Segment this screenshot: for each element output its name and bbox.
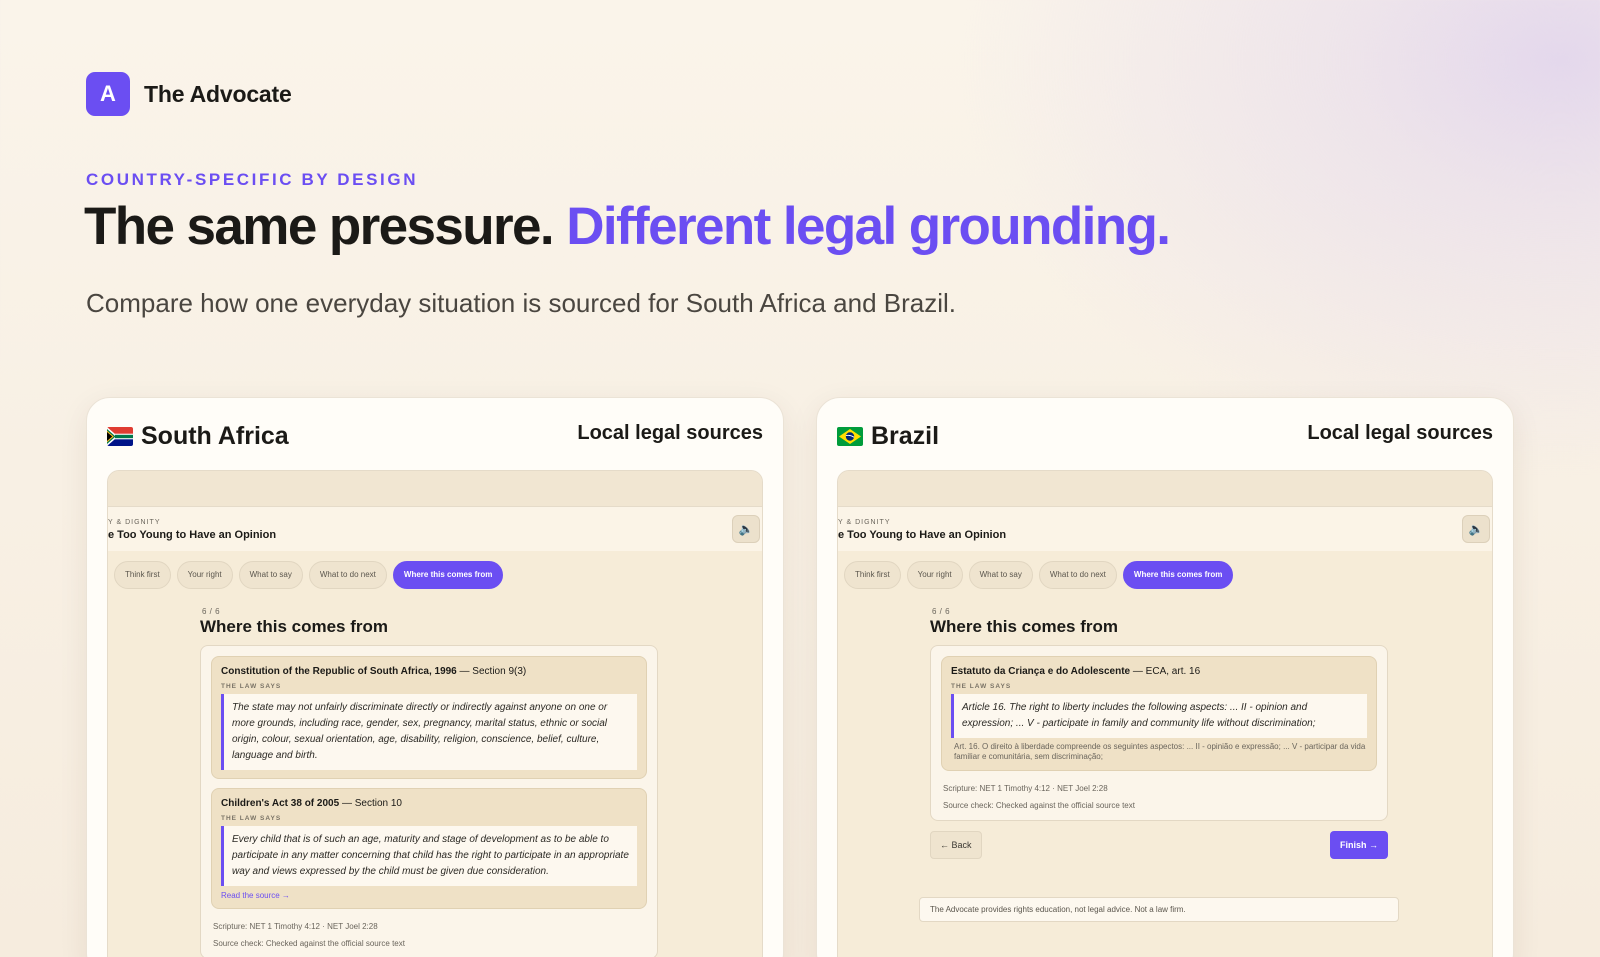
scripture-ref: Scripture: NET 1 Timothy 4:12 · NET Joel… — [213, 922, 378, 931]
section-title: Where this comes from — [200, 617, 388, 636]
tab-think-first[interactable]: Think first — [114, 561, 171, 589]
sources-list: Constitution of the Republic of South Af… — [200, 645, 658, 957]
finish-button[interactable]: Finish → — [1330, 831, 1388, 859]
eyebrow: COUNTRY-SPECIFIC BY DESIGN — [86, 170, 419, 189]
scenario-title: e Too Young to Have an Opinion — [838, 529, 1007, 541]
panel-header: Brazil Local legal sources — [837, 420, 1493, 460]
preview-header: Y & DIGNITY e Too Young to Have an Opini… — [108, 507, 762, 551]
law-title: Estatuto da Criança e do Adolescente — E… — [951, 666, 1201, 677]
speaker-icon[interactable]: 🔈 — [1462, 515, 1490, 543]
tab-think-first[interactable]: Think first — [844, 561, 901, 589]
back-button[interactable]: ← Back — [930, 831, 982, 859]
headline-accent: Different legal grounding. — [566, 197, 1171, 256]
flag-brazil-icon — [837, 427, 863, 446]
law-kicker: THE LAW SAYS — [221, 683, 282, 690]
country-name: Brazil — [871, 422, 940, 450]
country-heading: Brazil — [837, 422, 939, 451]
source-check: Source check: Checked against the offici… — [213, 939, 405, 948]
step-counter: 6 / 6 — [932, 607, 951, 616]
law-card: Constitution of the Republic of South Af… — [211, 656, 647, 779]
subhead: Compare how one everyday situation is so… — [86, 288, 957, 318]
tab-what-to-do-next[interactable]: What to do next — [1038, 561, 1117, 589]
law-kicker: THE LAW SAYS — [221, 815, 282, 822]
tab-bar: Think first Your right What to say What … — [108, 551, 762, 589]
law-original-text: Art. 16. O direito à liberdade compreend… — [954, 742, 1366, 761]
law-kicker: THE LAW SAYS — [951, 683, 1012, 690]
tab-what-to-say[interactable]: What to say — [238, 561, 303, 589]
law-card: Children's Act 38 of 2005 — Section 10 T… — [211, 788, 647, 909]
preview-top-bar — [838, 471, 1492, 507]
law-title: Children's Act 38 of 2005 — Section 10 — [221, 798, 402, 809]
section-title: Where this comes from — [930, 617, 1118, 636]
panel-south-africa: South Africa Local legal sources Y & DIG… — [86, 397, 784, 957]
brand[interactable]: A The Advocate — [86, 72, 292, 116]
source-check: Source check: Checked against the offici… — [943, 801, 1135, 810]
nav-row: ← Back Finish → — [930, 831, 1388, 859]
breadcrumb: Y & DIGNITY — [108, 519, 161, 526]
law-card: Estatuto da Criança e do Adolescente — E… — [941, 656, 1377, 771]
app-preview: Y & DIGNITY e Too Young to Have an Opini… — [107, 470, 763, 957]
speaker-icon[interactable]: 🔈 — [732, 515, 760, 543]
headline-plain: The same pressure. — [84, 197, 555, 256]
disclaimer: The Advocate provides rights education, … — [919, 897, 1399, 922]
panel-header: South Africa Local legal sources — [107, 420, 763, 460]
sources-label: Local legal sources — [1307, 422, 1493, 444]
law-title: Constitution of the Republic of South Af… — [221, 666, 527, 677]
breadcrumb: Y & DIGNITY — [838, 519, 891, 526]
preview-top-bar — [108, 471, 762, 507]
tab-where-this-comes-from[interactable]: Where this comes from — [1122, 561, 1234, 589]
brand-name: The Advocate — [144, 80, 292, 107]
headline: The same pressure. Different legal groun… — [84, 196, 1171, 257]
sources-label: Local legal sources — [577, 422, 763, 444]
step-counter: 6 / 6 — [202, 607, 221, 616]
law-quote: The state may not unfairly discriminate … — [221, 694, 637, 770]
tab-your-right[interactable]: Your right — [176, 561, 233, 589]
logo-mark: A — [86, 72, 130, 116]
sources-list: Estatuto da Criança e do Adolescente — E… — [930, 645, 1388, 821]
preview-header: Y & DIGNITY e Too Young to Have an Opini… — [838, 507, 1492, 551]
country-heading: South Africa — [107, 422, 289, 451]
tab-where-this-comes-from[interactable]: Where this comes from — [392, 561, 504, 589]
flag-south-africa-icon — [107, 427, 133, 446]
scenario-title: e Too Young to Have an Opinion — [108, 529, 277, 541]
tab-what-to-say[interactable]: What to say — [968, 561, 1033, 589]
read-source-link[interactable]: Read the source → — [221, 891, 637, 900]
scripture-ref: Scripture: NET 1 Timothy 4:12 · NET Joel… — [943, 784, 1108, 793]
panel-brazil: Brazil Local legal sources Y & DIGNITY e… — [816, 397, 1514, 957]
country-name: South Africa — [141, 422, 289, 450]
app-preview: Y & DIGNITY e Too Young to Have an Opini… — [837, 470, 1493, 957]
tab-bar: Think first Your right What to say What … — [838, 551, 1492, 589]
law-quote: Article 16. The right to liberty include… — [951, 694, 1367, 738]
law-quote: Every child that is of such an age, matu… — [221, 826, 637, 886]
tab-what-to-do-next[interactable]: What to do next — [308, 561, 387, 589]
tab-your-right[interactable]: Your right — [906, 561, 963, 589]
